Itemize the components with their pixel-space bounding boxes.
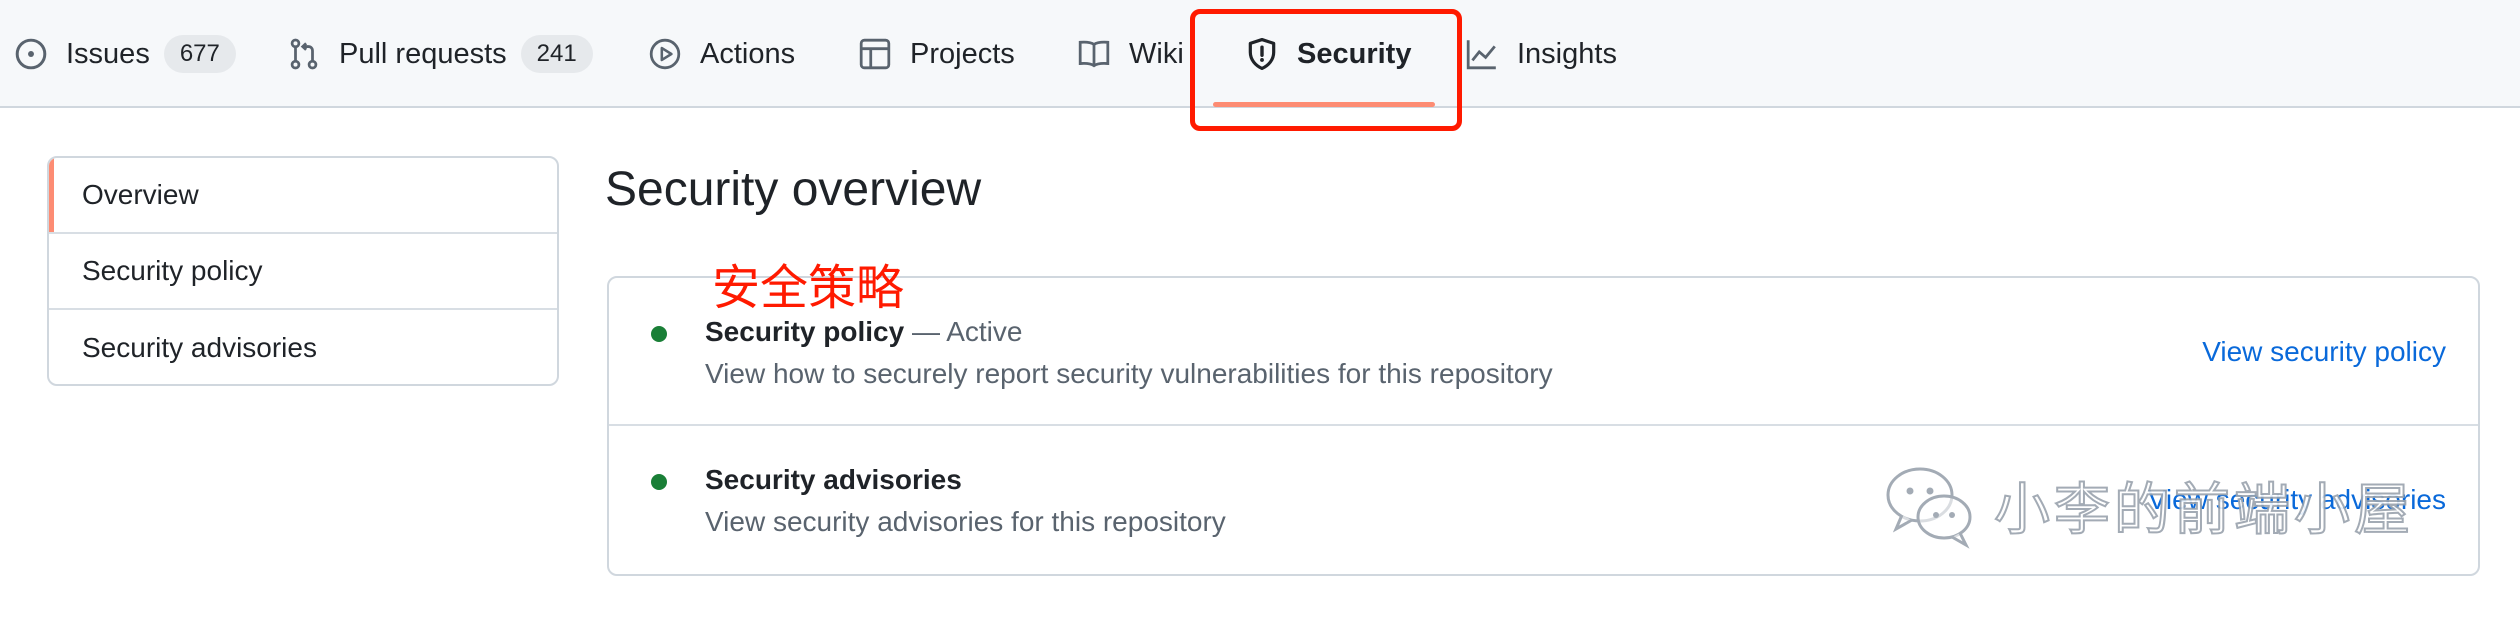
highlight-annotation-box (1190, 9, 1462, 131)
tab-label: Insights (1517, 37, 1617, 70)
tab-insights[interactable]: Insights (1465, 0, 1617, 108)
sidebar-item-security-policy[interactable]: Security policy (49, 234, 557, 310)
tab-issues[interactable]: Issues 677 (14, 0, 236, 108)
status-dot (651, 326, 667, 342)
status-text: — Active (904, 316, 1023, 347)
table-icon (858, 37, 892, 71)
row-description: View security advisories for this reposi… (705, 506, 1226, 537)
view-security-policy-link[interactable]: View security policy (2202, 336, 2446, 368)
sidebar-item-overview[interactable]: Overview (49, 158, 557, 234)
sidebar-item-label: Security advisories (82, 332, 317, 363)
chinese-annotation: 安全策略 (712, 260, 905, 316)
graph-icon (1465, 37, 1499, 71)
play-icon (648, 37, 682, 71)
watermark-text: 小李的前端小屋 (1993, 477, 2414, 544)
tab-label: Actions (700, 37, 796, 70)
tab-label: Pull requests (339, 37, 507, 70)
row-title: Security policy — Active (705, 316, 1022, 348)
sidebar-item-label: Security policy (82, 255, 263, 286)
row-description: View how to securely report security vul… (705, 358, 1553, 389)
watermark: 小李的前端小屋 (1880, 455, 2414, 555)
page-title: Security overview (605, 163, 982, 216)
tab-actions[interactable]: Actions (648, 0, 795, 108)
tab-label: Wiki (1129, 37, 1184, 70)
row-title: Security advisories (705, 464, 962, 495)
tab-projects[interactable]: Projects (858, 0, 1015, 108)
pull-requests-counter: 241 (520, 35, 593, 73)
tab-label: Issues (66, 37, 150, 70)
book-icon (1077, 37, 1111, 71)
tab-wiki[interactable]: Wiki (1077, 0, 1184, 108)
sidebar-item-security-advisories[interactable]: Security advisories (49, 310, 557, 384)
status-dot (651, 474, 667, 490)
issue-opened-icon (14, 37, 48, 71)
tab-pull-requests[interactable]: Pull requests 241 (287, 0, 593, 108)
git-pull-request-icon (287, 37, 321, 71)
issues-counter: 677 (163, 35, 236, 73)
tab-label: Projects (910, 37, 1015, 70)
row-title-text: Security policy (705, 316, 905, 347)
security-sidebar: Overview Security policy Security adviso… (47, 156, 559, 386)
sidebar-item-label: Overview (82, 179, 199, 210)
wechat-icon (1880, 455, 1980, 555)
